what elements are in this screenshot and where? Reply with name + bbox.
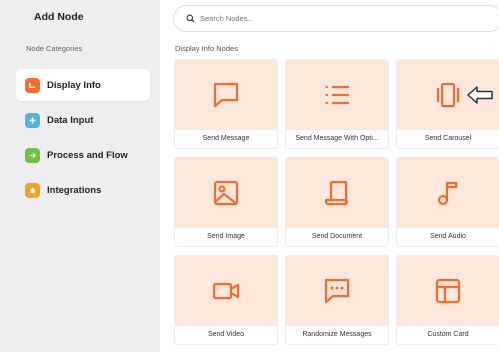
card-icon-area [286, 60, 388, 130]
card-icon-area [286, 158, 388, 228]
card-label: Send Document [311, 232, 363, 240]
main-panel: Display Info Nodes Send Message Send Mes… [160, 0, 499, 352]
search-bar[interactable] [173, 5, 499, 32]
node-card-send-message[interactable]: Send Message [174, 59, 278, 149]
card-label: Randomize Messages [302, 330, 372, 338]
card-icon-area [175, 158, 277, 228]
category-label: Process and Flow [47, 149, 128, 161]
card-label: Custom Card [427, 330, 469, 338]
image-icon [213, 180, 239, 206]
category-label: Display Info [47, 79, 101, 91]
category-display-info[interactable]: Display Info [16, 69, 150, 101]
card-icon-area [397, 158, 499, 228]
node-categories-label: Node Categories [26, 44, 83, 53]
card-icon-area [397, 256, 499, 326]
search-input[interactable] [200, 14, 450, 23]
node-card-send-image[interactable]: Send Image [174, 157, 278, 247]
carousel-icon [436, 82, 460, 108]
category-integrations[interactable]: Integrations [16, 174, 150, 206]
category-process-and-flow[interactable]: Process and Flow [16, 139, 150, 171]
node-card-send-document[interactable]: Send Document [285, 157, 389, 247]
card-icon-area [175, 60, 277, 130]
node-card-send-video[interactable]: Send Video [174, 255, 278, 345]
pointer-arrow-icon [467, 86, 493, 104]
search-icon [186, 14, 195, 23]
card-icon-area [286, 256, 388, 326]
category-label: Data Input [47, 114, 94, 126]
category-label: Integrations [47, 184, 102, 196]
category-data-input[interactable]: Data Input [16, 104, 150, 136]
card-icon-area [175, 256, 277, 326]
arrow-icon [25, 147, 40, 163]
list-icon [325, 85, 350, 105]
music-note-icon [437, 181, 458, 206]
card-label: Send Audio [430, 232, 466, 240]
chat-bubble-icon [213, 82, 239, 108]
layout-card-icon [435, 278, 461, 304]
video-camera-icon [212, 282, 240, 300]
card-label: Send Video [207, 330, 245, 338]
message-icon [25, 77, 40, 93]
node-card-send-audio[interactable]: Send Audio [396, 157, 499, 247]
chat-dots-icon [324, 278, 350, 304]
sidebar-title: Add Node [34, 11, 84, 23]
puzzle-icon [25, 182, 40, 198]
card-label: Send Image [207, 232, 245, 240]
sidebar: Add Node Node Categories Display Info Da… [0, 0, 160, 352]
plus-icon [25, 112, 40, 128]
node-card-custom-card[interactable]: Custom Card [396, 255, 499, 345]
node-card-send-message-with-options[interactable]: Send Message With Opti... [285, 59, 389, 149]
document-icon [324, 180, 349, 206]
node-card-randomize-messages[interactable]: Randomize Messages [285, 255, 389, 345]
card-label: Send Carousel [424, 134, 472, 142]
section-title: Display Info Nodes [175, 44, 238, 53]
card-label: Send Message [202, 134, 250, 142]
card-label: Send Message With Opti... [295, 134, 379, 142]
